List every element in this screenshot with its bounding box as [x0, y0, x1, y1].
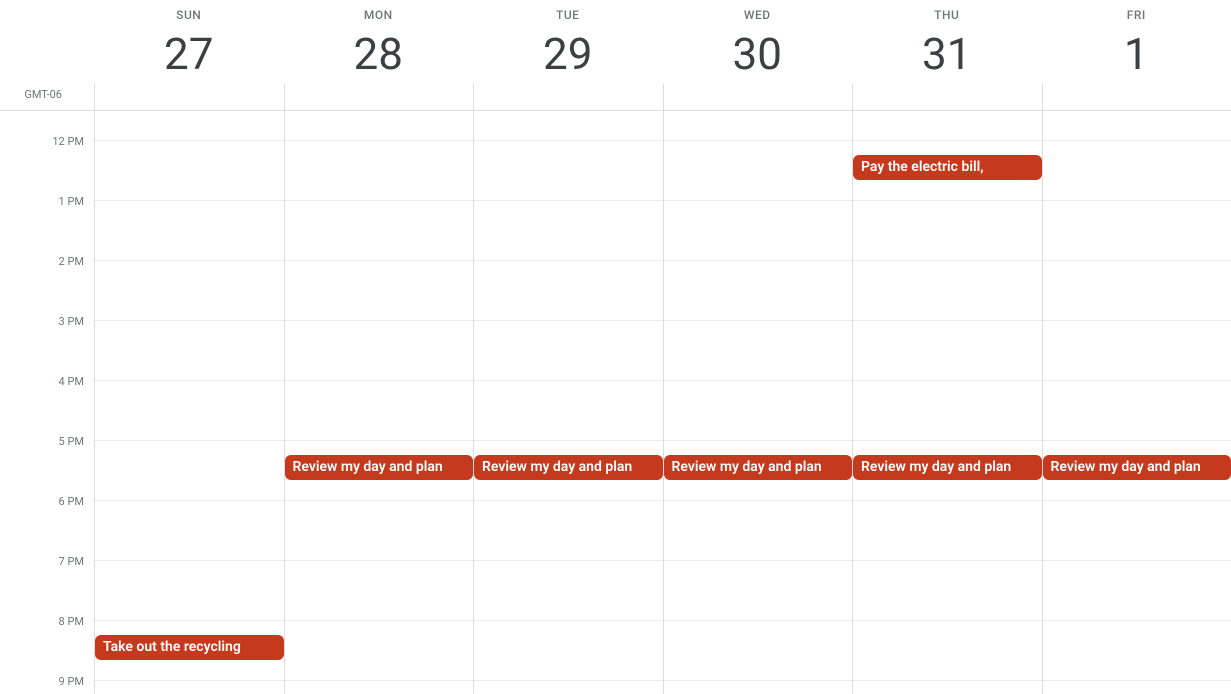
timezone-label: GMT-06: [0, 88, 70, 101]
day-of-week-label: MON: [284, 8, 474, 22]
day-column[interactable]: Review my day and plan: [1042, 84, 1231, 694]
hour-label: 12 PM: [0, 135, 94, 148]
hour-label: 6 PM: [0, 495, 94, 508]
calendar-event[interactable]: Review my day and plan: [853, 455, 1042, 480]
day-of-week-label: WED: [663, 8, 853, 22]
day-number[interactable]: 30: [733, 28, 782, 80]
day-number[interactable]: 28: [354, 28, 403, 80]
calendar-event[interactable]: Review my day and plan: [474, 455, 663, 480]
calendar-event[interactable]: Take out the recycling: [95, 635, 284, 660]
day-of-week-label: SUN: [94, 8, 284, 22]
day-column[interactable]: Review my day and plan: [663, 84, 853, 694]
day-column[interactable]: Take out the recycling: [94, 84, 284, 694]
day-number[interactable]: 29: [543, 28, 592, 80]
calendar-event[interactable]: Review my day and plan: [664, 455, 853, 480]
day-number[interactable]: 1: [1124, 28, 1149, 80]
hour-label: 1 PM: [0, 195, 94, 208]
calendar-event[interactable]: Pay the electric bill,: [853, 155, 1042, 180]
day-column[interactable]: Pay the electric bill, Review my day and …: [852, 84, 1042, 694]
hour-label: 5 PM: [0, 435, 94, 448]
calendar-event[interactable]: Review my day and plan: [1043, 455, 1231, 480]
day-of-week-label: THU: [852, 8, 1042, 22]
calendar-event[interactable]: Review my day and plan: [285, 455, 474, 480]
hour-label: 8 PM: [0, 615, 94, 628]
hour-label: 2 PM: [0, 255, 94, 268]
hour-label: 9 PM: [0, 675, 94, 688]
day-of-week-label: TUE: [473, 8, 663, 22]
hour-label: 7 PM: [0, 555, 94, 568]
hour-label: 4 PM: [0, 375, 94, 388]
day-columns: Take out the recycling Review my day and …: [94, 84, 1231, 694]
day-column[interactable]: Review my day and plan: [284, 84, 474, 694]
day-number[interactable]: 27: [164, 28, 213, 80]
day-number[interactable]: 31: [922, 28, 971, 80]
day-column[interactable]: Review my day and plan: [473, 84, 663, 694]
day-of-week-label: FRI: [1042, 8, 1231, 22]
calendar-week-view: GMT-06 SUN 27 MON 28 TUE 29 WED 30 THU 31 FRI 1 12 …: [0, 0, 1231, 694]
hour-label: 3 PM: [0, 315, 94, 328]
